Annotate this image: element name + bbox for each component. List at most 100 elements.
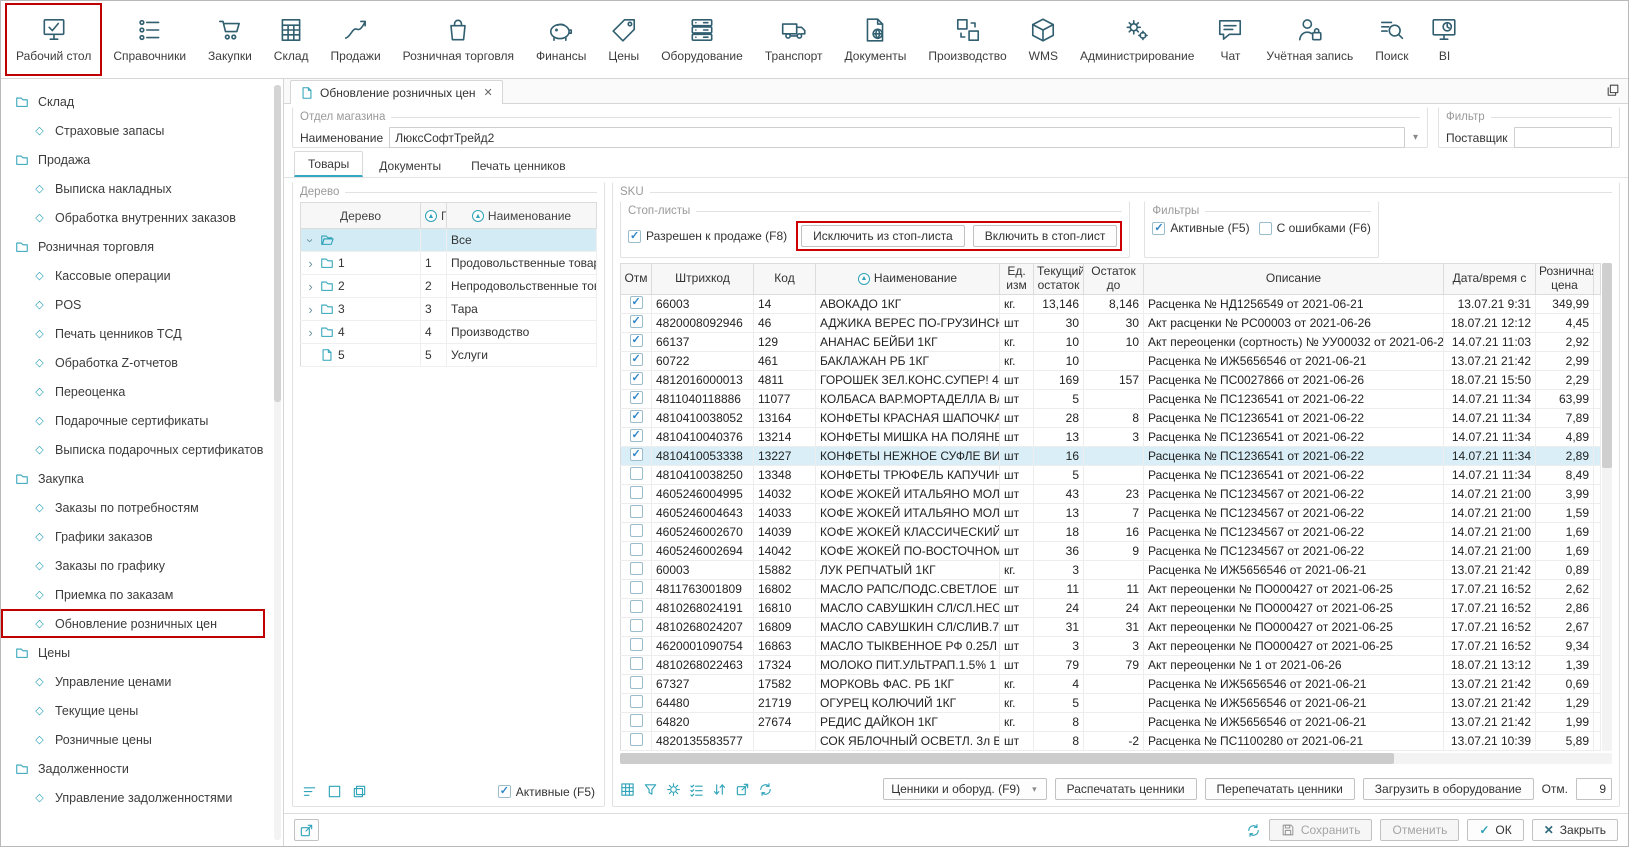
cancel-button[interactable]: Отменить (1380, 819, 1459, 841)
table-row[interactable]: 6600314АВОКАДО 1КГкг.13,1468,146Расценка… (621, 294, 1601, 313)
row-checkbox[interactable] (630, 543, 643, 556)
col-mark[interactable]: Отм (621, 264, 652, 295)
table-row[interactable]: 460524600499514032КОФЕ ЖОКЕЙ ИТАЛЬЯНО МО… (621, 484, 1601, 503)
sidebar-item[interactable]: ◇Обработка внутренних заказов (1, 203, 283, 232)
sidebar-group[interactable]: Закупка (1, 464, 283, 493)
row-checkbox[interactable] (630, 486, 643, 499)
toolbar-item-retail[interactable]: Розничная торговля (392, 3, 525, 76)
cascade-windows-icon[interactable] (352, 784, 367, 799)
ok-button[interactable]: ✓ ОК (1467, 819, 1523, 841)
row-checkbox[interactable] (630, 619, 643, 632)
table-row[interactable]: 6732717582МОРКОВЬ ФАС. РБ 1КГкг.4Расценк… (621, 674, 1601, 693)
row-checkbox[interactable] (630, 315, 643, 328)
sidebar-item[interactable]: ◇Переоценка (1, 377, 283, 406)
table-row[interactable]: 481041005333813227КОНФЕТЫ НЕЖНОЕ СУФЛЕ В… (621, 446, 1601, 465)
col-current[interactable]: Текущий остаток (1034, 264, 1084, 295)
reprint-labels-button[interactable]: Перепечатать ценники (1205, 778, 1355, 800)
toolbar-item-production[interactable]: Производство (917, 3, 1017, 76)
sidebar-group[interactable]: Склад (1, 87, 283, 116)
table-row[interactable]: 481041004037613214КОНФЕТЫ МИШКА НА ПОЛЯН… (621, 427, 1601, 446)
sidebar-item[interactable]: ◇Страховые запасы (1, 116, 283, 145)
row-checkbox[interactable] (630, 429, 643, 442)
sku-hscroll-thumb[interactable] (620, 753, 1394, 764)
toolbar-item-purchases[interactable]: Закупки (197, 3, 263, 76)
tree-active-checkbox[interactable] (498, 785, 511, 798)
active-checkbox[interactable] (1152, 222, 1165, 235)
errors-filter[interactable]: С ошибками (F6) (1259, 221, 1371, 235)
toolbar-item-prices[interactable]: Цены (597, 3, 650, 76)
row-checkbox[interactable] (630, 581, 643, 594)
row-checkbox[interactable] (630, 600, 643, 613)
tree-row[interactable]: ›33Тара (301, 298, 597, 321)
sidebar-item[interactable]: ◇Приемка по заказам (1, 580, 283, 609)
col-description[interactable]: Описание (1144, 264, 1444, 295)
tree-row[interactable]: ›22Непродовольственные товары (301, 275, 597, 298)
row-checkbox[interactable] (630, 467, 643, 480)
table-row[interactable]: 462000109075416863МАСЛО ТЫКВЕННОЕ РФ 0.2… (621, 636, 1601, 655)
sidebar-item[interactable]: ◇POS (1, 290, 283, 319)
print-labels-button[interactable]: Распечатать ценники (1055, 778, 1197, 800)
sidebar-item[interactable]: ◇Заказы по графику (1, 551, 283, 580)
sort-order-icon[interactable] (712, 782, 727, 797)
sidebar-item[interactable]: ◇Розничные цены (1, 725, 283, 754)
sidebar-item[interactable]: ◇Управление задолженностями (1, 783, 283, 812)
toolbar-item-administration[interactable]: Администрирование (1069, 3, 1205, 76)
table-row[interactable]: 60722461БАКЛАЖАН РБ 1КГкг.10Расценка № И… (621, 351, 1601, 370)
subtab[interactable]: Печать ценников (457, 153, 579, 177)
table-row[interactable]: 481026802419116810МАСЛО САВУШКИН СЛ/СЛ.Н… (621, 598, 1601, 617)
open-external-button[interactable] (294, 819, 319, 841)
sidebar-scrollbar[interactable] (274, 85, 281, 840)
tree-row[interactable]: ›44Производство (301, 321, 597, 344)
row-checkbox[interactable] (630, 505, 643, 518)
sku-vertical-scrollbar[interactable] (1602, 263, 1612, 751)
row-checkbox[interactable] (630, 448, 643, 461)
table-row[interactable]: 481026802420716809МАСЛО САВУШКИН СЛ/СЛИВ… (621, 617, 1601, 636)
col-price[interactable]: Розничная цена (1536, 264, 1594, 295)
subtab[interactable]: Документы (365, 153, 455, 177)
tree-row[interactable]: ›Все (301, 229, 597, 252)
col-code[interactable]: Код (754, 264, 816, 295)
errors-checkbox[interactable] (1259, 222, 1272, 235)
toolbar-item-transport[interactable]: Транспорт (754, 3, 834, 76)
tab-close-icon[interactable]: ✕ (484, 86, 493, 99)
active-filter[interactable]: Активные (F5) (1152, 221, 1249, 235)
sidebar-item[interactable]: ◇Управление ценами (1, 667, 283, 696)
sidebar-item[interactable]: ◇Текущие цены (1, 696, 283, 725)
row-checkbox[interactable] (630, 410, 643, 423)
table-row[interactable]: 460524600464314033КОФЕ ЖОКЕЙ ИТАЛЬЯНО МО… (621, 503, 1601, 522)
table-row[interactable]: 6448021719ОГУРЕЦ КОЛЮЧИЙ 1КГкг.5Расценка… (621, 693, 1601, 712)
toolbar-item-equipment[interactable]: Оборудование (650, 3, 754, 76)
tree-col-name-header[interactable]: ▲Наименование (447, 203, 597, 229)
tree-col-header[interactable]: Дерево (301, 203, 421, 229)
sidebar-group[interactable]: Цены (1, 638, 283, 667)
save-button[interactable]: Сохранить (1269, 819, 1373, 841)
toolbar-item-wms[interactable]: WMS (1018, 3, 1069, 76)
sidebar-group[interactable]: Продажа (1, 145, 283, 174)
sidebar-item[interactable]: ◇Выписка подарочных сертификатов (1, 435, 283, 464)
toolbar-item-desktop[interactable]: Рабочий стол (5, 3, 102, 76)
store-name-dropdown-icon[interactable]: ▾ (1411, 132, 1420, 143)
load-to-equipment-button[interactable]: Загрузить в оборудование (1363, 778, 1534, 800)
row-checkbox[interactable] (630, 638, 643, 651)
close-button[interactable]: ✕ Закрыть (1532, 819, 1618, 841)
tree-row[interactable]: 55Услуги (301, 344, 597, 367)
sku-vscroll-thumb[interactable] (1602, 263, 1612, 468)
toolbar-item-bi[interactable]: BI (1419, 3, 1469, 76)
toolbar-item-search[interactable]: Поиск (1364, 3, 1419, 76)
table-row[interactable]: 460524600269414042КОФЕ ЖОКЕЙ ПО-ВОСТОЧНО… (621, 541, 1601, 560)
toolbar-item-warehouse[interactable]: Склад (263, 3, 320, 76)
supplier-input[interactable] (1514, 127, 1612, 148)
col-datetime[interactable]: Дата/время с (1444, 264, 1536, 295)
table-row[interactable]: 4820135583577СОК ЯБЛОЧНЫЙ ОСВЕТЛ. 3л BRA… (621, 731, 1601, 750)
sidebar-item[interactable]: ◇Графики заказов (1, 522, 283, 551)
col-name[interactable]: ▲Наименование (816, 264, 1000, 295)
sidebar-item[interactable]: ◇Обновление розничных цен (1, 609, 265, 638)
chevron-right-icon[interactable]: › (305, 327, 316, 338)
store-name-input[interactable] (389, 127, 1405, 148)
toolbar-item-catalogs[interactable]: Справочники (102, 3, 197, 76)
restore-window-icon[interactable] (1606, 83, 1620, 97)
tab-price-update[interactable]: Обновление розничных цен ✕ (290, 80, 503, 104)
sidebar-item[interactable]: ◇Обработка Z-отчетов (1, 348, 283, 377)
sidebar-scrollbar-thumb[interactable] (274, 85, 281, 402)
row-checkbox[interactable] (630, 353, 643, 366)
